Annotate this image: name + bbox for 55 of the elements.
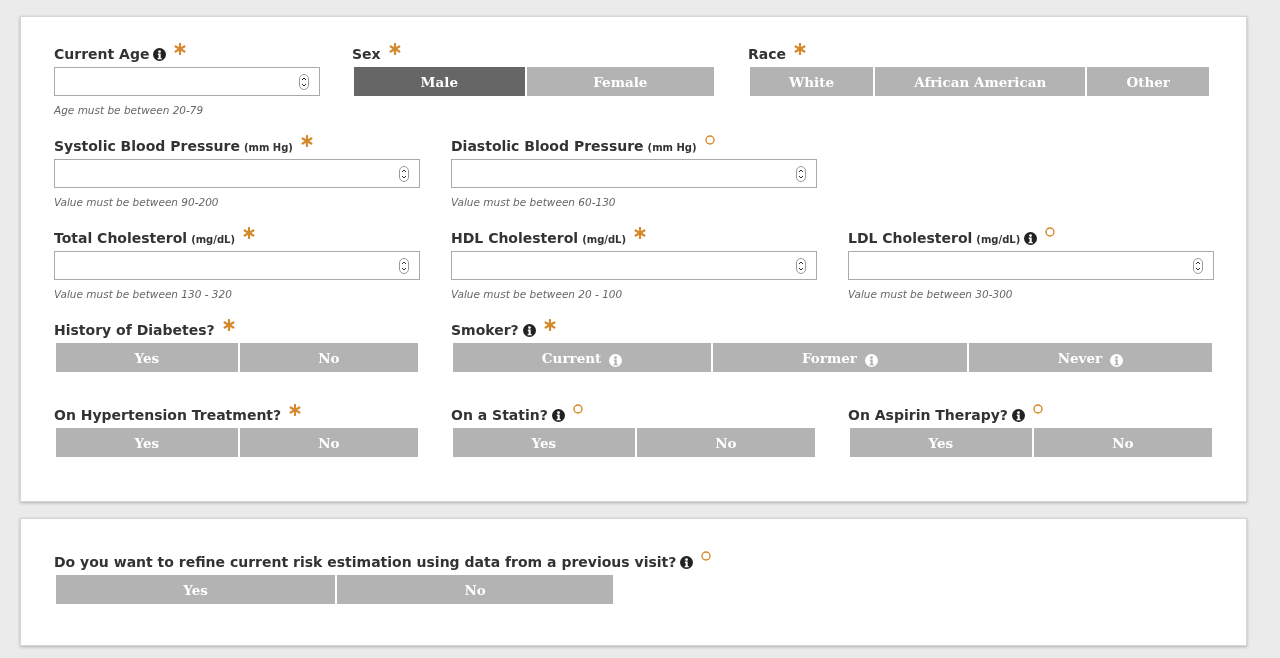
option-button[interactable]: No: [239, 343, 418, 372]
field-label: Sex: [352, 45, 381, 63]
hint-text: Value must be between 20 - 100: [451, 287, 624, 301]
field-label: Total Cholesterol: [54, 229, 188, 247]
hint-text: Age must be between 20-79: [54, 103, 205, 117]
option-button[interactable]: Never: [968, 343, 1212, 372]
field-label: Diastolic Blood Pressure: [451, 137, 644, 155]
field-label: LDL Cholesterol: [848, 229, 973, 247]
field-label: Do you want to refine current risk estimation using data from a previous visit?: [54, 553, 677, 571]
hint-text: Value must be between 130 - 320: [54, 287, 233, 301]
spinner-icon: [1193, 257, 1203, 274]
option-button[interactable]: Former: [713, 343, 967, 372]
spinner-icon: [796, 257, 806, 274]
unit-label: (mm Hg): [243, 141, 293, 155]
unit-label: (mg/dL): [191, 233, 236, 247]
field-label: On a Statin?: [451, 406, 548, 424]
spinner-icon: [299, 73, 309, 90]
number-field[interactable]: [451, 251, 817, 280]
unit-label: (mm Hg): [647, 141, 697, 155]
hint-text: Value must be between 30-300: [848, 287, 1014, 301]
field-label: Smoker?: [451, 321, 519, 339]
field-label: Systolic Blood Pressure: [54, 137, 240, 155]
option-button[interactable]: No: [1033, 428, 1212, 457]
hint-text: Value must be between 90-200: [54, 195, 220, 209]
spinner-icon: [399, 257, 409, 274]
unit-label: (mg/dL): [582, 233, 627, 247]
spinner-icon: [796, 165, 806, 182]
field-label: On Aspirin Therapy?: [848, 406, 1008, 424]
option-button[interactable]: African American: [875, 67, 1086, 96]
option-button[interactable]: Yes: [56, 575, 336, 604]
number-field[interactable]: [54, 159, 420, 188]
option-button[interactable]: Yes: [453, 428, 635, 457]
field-label: Race: [748, 45, 787, 63]
number-field[interactable]: [54, 67, 320, 96]
option-button[interactable]: No: [337, 575, 613, 604]
option-button[interactable]: Current: [453, 343, 712, 372]
field-label: Current Age: [54, 45, 150, 63]
option-button[interactable]: Male: [354, 67, 525, 96]
number-field[interactable]: [848, 251, 1214, 280]
spinner-icon: [399, 165, 409, 182]
number-field[interactable]: [451, 159, 817, 188]
option-button[interactable]: Yes: [56, 343, 238, 372]
field-label: On Hypertension Treatment?: [54, 406, 282, 424]
unit-label: (mg/dL): [976, 233, 1021, 247]
option-button[interactable]: No: [636, 428, 815, 457]
option-button[interactable]: Yes: [56, 428, 238, 457]
option-button[interactable]: Female: [526, 67, 714, 96]
option-button[interactable]: No: [239, 428, 418, 457]
option-button[interactable]: Yes: [850, 428, 1032, 457]
field-label: History of Diabetes?: [54, 321, 215, 339]
option-button[interactable]: White: [750, 67, 874, 96]
number-field[interactable]: [54, 251, 420, 280]
field-label: HDL Cholesterol: [451, 229, 579, 247]
hint-text: Value must be between 60-130: [451, 195, 617, 209]
option-button[interactable]: Other: [1087, 67, 1209, 96]
